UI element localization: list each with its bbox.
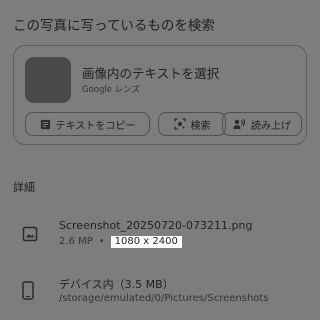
file-name: Screenshot_20250720-073211.png	[59, 219, 253, 232]
copy-text-label: テキストをコピー	[55, 120, 136, 132]
lens-card[interactable]: 画像内のテキストを選択 Google レンズ テキストをコピー 検索 読み上げ	[13, 45, 307, 145]
speaker-person-icon	[233, 118, 246, 130]
file-meta: 2.6 MP • 1080 x 2400	[59, 236, 182, 248]
file-megapixels: 2.6 MP	[59, 236, 93, 247]
lens-thumbnail	[25, 57, 71, 103]
text-snippet-icon	[40, 119, 51, 130]
details-header: 詳細	[13, 181, 35, 194]
lens-search-icon	[173, 118, 186, 130]
read-aloud-button[interactable]: 読み上げ	[222, 112, 302, 136]
storage-path: /storage/emulated/0/Pictures/Screenshots	[59, 293, 269, 304]
file-resolution: 1080 x 2400	[110, 236, 182, 248]
search-section-title: この写真に写っているものを検索	[13, 18, 215, 34]
storage-location: デバイス内（3.5 MB）	[59, 278, 174, 291]
lens-card-title: 画像内のテキストを選択	[82, 66, 220, 81]
image-icon	[22, 226, 38, 246]
meta-separator: •	[98, 236, 105, 247]
search-button[interactable]: 検索	[158, 112, 226, 136]
lens-card-subtitle: Google レンズ	[82, 85, 141, 95]
read-aloud-label: 読み上げ	[251, 120, 291, 132]
image-details-sheet: この写真に写っているものを検索 画像内のテキストを選択 Google レンズ テ…	[0, 0, 320, 320]
copy-text-button[interactable]: テキストをコピー	[25, 112, 150, 136]
search-label: 検索	[190, 120, 211, 132]
phone-icon	[22, 281, 34, 304]
